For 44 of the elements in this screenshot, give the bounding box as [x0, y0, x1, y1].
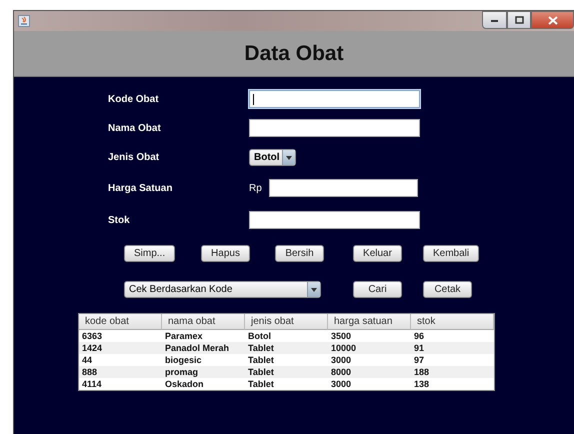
action-button[interactable]: Bersih: [275, 244, 324, 262]
caret-icon: [307, 282, 320, 296]
column-header[interactable]: stok: [411, 314, 494, 330]
field-label: Stok: [108, 214, 131, 226]
action-button[interactable]: Simp...: [124, 244, 176, 262]
field-label: Jenis Obat: [108, 152, 160, 162]
currency-label: Rp: [249, 182, 263, 194]
field-label: Kode Obat: [108, 94, 160, 104]
column-header[interactable]: jenis obat: [245, 314, 328, 330]
field-label: Nama Obat: [108, 122, 162, 134]
search-button[interactable]: Cari: [353, 280, 402, 298]
input-field[interactable]: [249, 211, 420, 229]
input-field[interactable]: [249, 119, 420, 137]
table-cell: 91: [411, 342, 494, 354]
table-cell: 1424: [79, 342, 162, 354]
table-cell: Panadol Merah: [162, 342, 245, 354]
close-icon: [548, 16, 558, 24]
input-field[interactable]: [269, 179, 418, 197]
table-cell: 888: [79, 366, 162, 378]
type-dropdown[interactable]: Botol: [249, 148, 296, 166]
window-heading: Data Obat: [244, 42, 344, 66]
input-field[interactable]: [249, 90, 420, 108]
search-button[interactable]: Cetak: [423, 280, 472, 298]
search-mode-dropdown[interactable]: Cek Berdasarkan Kode: [124, 280, 321, 298]
action-button[interactable]: Keluar: [353, 244, 402, 262]
action-button[interactable]: Kembali: [423, 244, 480, 262]
table-cell: Tablet: [245, 366, 328, 378]
minimize-button[interactable]: [482, 11, 507, 29]
caret-icon: [282, 150, 295, 164]
column-header[interactable]: harga satuan: [328, 314, 411, 330]
table-cell: promag: [162, 366, 245, 378]
table-cell: 188: [411, 366, 494, 378]
maximize-icon: [514, 16, 524, 24]
field-label: Harga Satuan: [108, 182, 174, 194]
action-button[interactable]: Hapus: [201, 244, 250, 262]
maximize-button[interactable]: [507, 11, 531, 29]
table-cell: Tablet: [245, 342, 328, 354]
minimize-icon: [490, 17, 499, 23]
table-cell: 10000: [328, 342, 411, 354]
table-cell: 8000: [328, 366, 411, 378]
column-header[interactable]: nama obat: [162, 314, 245, 330]
column-header[interactable]: kode obat: [79, 314, 162, 330]
close-button[interactable]: [531, 11, 574, 29]
app-icon: [18, 15, 30, 27]
